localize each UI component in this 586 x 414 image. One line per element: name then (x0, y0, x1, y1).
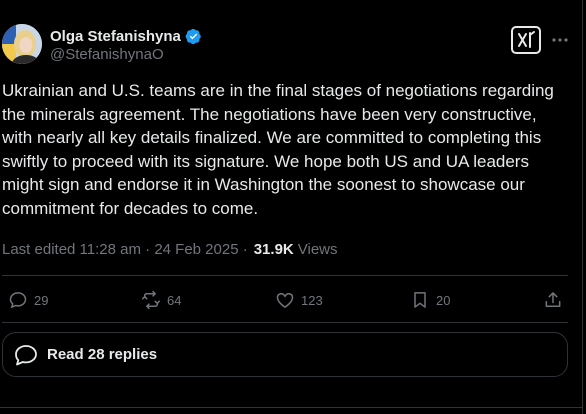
share-icon (545, 292, 561, 307)
divider-bottom (2, 322, 568, 323)
repost-button[interactable]: 64 (141, 286, 181, 314)
grok-button[interactable] (511, 26, 541, 54)
more-icon (552, 38, 568, 42)
column-border (582, 0, 583, 414)
repost-count: 64 (167, 292, 182, 308)
views-count: 31.9K (253, 240, 294, 258)
views-label: Views (297, 240, 338, 258)
like-count: 123 (301, 292, 323, 308)
read-replies-button[interactable]: Read 28 replies (2, 332, 568, 377)
reply-button[interactable]: 29 (8, 286, 48, 314)
bookmark-button[interactable]: 20 (410, 286, 450, 314)
author-display-name[interactable]: Olga Stefanishyna (50, 28, 181, 45)
verified-badge-icon (185, 28, 201, 44)
author-name-row[interactable]: Olga Stefanishyna (50, 26, 202, 46)
heart-icon (276, 293, 294, 308)
grok-icon (518, 31, 535, 48)
post-text: Ukrainian and U.S. teams are in the fina… (2, 81, 554, 218)
like-button[interactable]: 123 (275, 286, 323, 314)
post-view: Olga Stefanishyna @StefanishynaO Ukraini… (0, 0, 586, 414)
repost-icon (141, 290, 161, 310)
action-bar: 29 64 123 20 (0, 286, 586, 314)
bookmark-count: 20 (436, 292, 451, 308)
read-replies-label: Read 28 replies (47, 346, 158, 363)
author-handle[interactable]: @StefanishynaO (50, 46, 164, 63)
divider-top (2, 275, 568, 276)
post-bottom-border (0, 407, 583, 408)
bookmark-icon (414, 292, 426, 308)
avatar[interactable] (2, 24, 42, 64)
more-options-button[interactable] (548, 28, 572, 52)
edited-timestamp[interactable]: Last edited 11:28 am · 24 Feb 2025 · (2, 241, 248, 258)
reply-count: 29 (34, 292, 49, 308)
reply-icon (9, 292, 27, 309)
share-button[interactable] (543, 286, 563, 314)
post-meta: Last edited 11:28 am · 24 Feb 2025 · 31.… (2, 240, 338, 258)
chat-bubble-icon (15, 344, 37, 365)
